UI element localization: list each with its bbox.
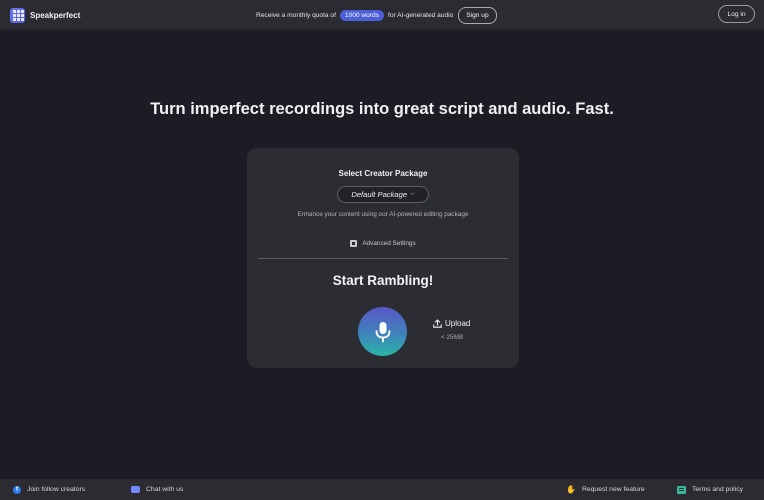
advanced-settings-toggle[interactable]: Advanced Settings xyxy=(247,240,519,247)
ramble-heading: Start Rambling! xyxy=(332,273,434,288)
promo-suffix: for AI-generated audio xyxy=(388,11,454,19)
upload-button[interactable]: Upload xyxy=(433,319,477,328)
chat-link[interactable]: Chat with us xyxy=(131,485,183,494)
terms-link[interactable]: Terms and policy xyxy=(677,485,743,494)
facebook-icon: f xyxy=(13,485,21,494)
package-description: Enhance your content using our AI-powere… xyxy=(297,211,469,218)
brand-name: Speakperfect xyxy=(30,10,81,20)
terms-label: Terms and policy xyxy=(692,486,743,493)
package-select[interactable]: Default Package ⌵ xyxy=(337,186,429,203)
grid-logo-icon xyxy=(10,7,25,23)
join-creators-label: Join follow creators xyxy=(27,486,86,493)
upload-icon xyxy=(433,319,442,328)
chevron-down-icon: ⌵ xyxy=(410,191,415,197)
signup-button[interactable]: Sign up xyxy=(458,6,497,24)
promo-banner: Receive a monthly quota of 1000 words fo… xyxy=(256,6,497,24)
divider xyxy=(258,258,508,259)
top-bar: Speakperfect Receive a monthly quota of … xyxy=(0,0,764,30)
footer-bar: f Join follow creators Chat with us ✋ Re… xyxy=(0,479,764,500)
upload-size-limit: < 25MB xyxy=(441,334,464,341)
waving-hand-icon: ✋ xyxy=(566,485,576,494)
terms-icon xyxy=(677,485,686,494)
join-creators-link[interactable]: f Join follow creators xyxy=(13,485,85,494)
advanced-settings-label: Advanced Settings xyxy=(362,240,416,247)
upload-label: Upload xyxy=(445,319,471,328)
record-button[interactable] xyxy=(358,307,407,356)
settings-icon xyxy=(350,240,358,247)
promo-highlight-badge: 1000 words xyxy=(339,9,384,21)
creator-card: Select Creator Package Default Package ⌵… xyxy=(247,148,519,368)
brand[interactable]: Speakperfect xyxy=(10,7,80,23)
microphone-icon xyxy=(375,321,390,342)
request-feature-link[interactable]: ✋ Request new feature xyxy=(566,485,645,494)
request-feature-label: Request new feature xyxy=(581,486,645,493)
login-button[interactable]: Log in xyxy=(718,5,755,23)
package-heading: Select Creator Package xyxy=(338,169,428,178)
hero-title: Turn imperfect recordings into great scr… xyxy=(150,100,614,118)
promo-prefix: Receive a monthly quota of xyxy=(256,11,336,19)
chat-label: Chat with us xyxy=(146,486,184,493)
package-select-value: Default Package xyxy=(351,190,408,199)
discord-icon xyxy=(131,486,140,493)
